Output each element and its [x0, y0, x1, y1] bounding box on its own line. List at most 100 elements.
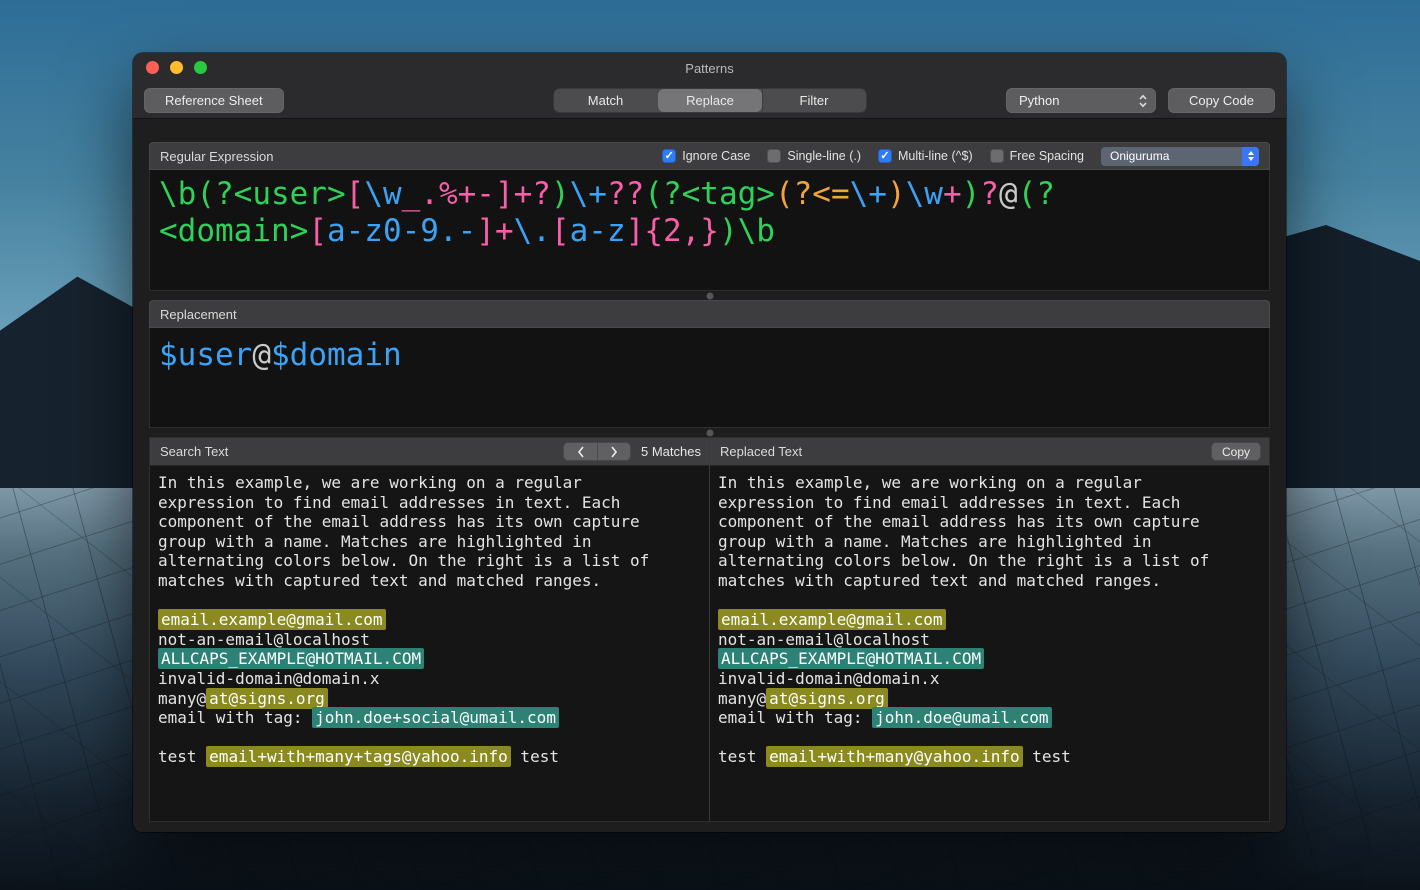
- text-segment: group with a name. Matches are highlight…: [158, 532, 591, 551]
- replacement-editor[interactable]: $user@$domain: [149, 328, 1270, 428]
- chevron-updown-icon: [1138, 93, 1148, 109]
- checkbox-ignore-case[interactable]: ✓ Ignore Case: [662, 149, 750, 163]
- checkbox-box: ✓: [767, 149, 781, 163]
- prev-match-button[interactable]: [564, 443, 597, 460]
- text-segment: \+: [570, 176, 607, 212]
- next-match-button[interactable]: [597, 443, 630, 460]
- text-line: [158, 728, 701, 748]
- text-segment: test: [718, 747, 766, 766]
- checkbox-single-line[interactable]: ✓ Single-line (.): [767, 149, 861, 163]
- text-line: many@at@signs.org: [158, 689, 701, 709]
- text-segment: component of the email address has its o…: [158, 512, 640, 531]
- copy-button[interactable]: Copy: [1211, 442, 1261, 461]
- text-line: many@at@signs.org: [718, 689, 1261, 709]
- text-segment: (?<tag>: [644, 176, 775, 212]
- text-line: test email+with+many@yahoo.info test: [718, 747, 1261, 767]
- text-segment: a-z0-9.-: [327, 213, 476, 249]
- text-segment: {2,}: [644, 213, 719, 249]
- segment-filter[interactable]: Filter: [762, 89, 866, 112]
- splitter-handle[interactable]: [149, 291, 1270, 300]
- text-segment: ): [962, 176, 981, 212]
- text-segment: (?<user>: [196, 176, 345, 212]
- text-segment: invalid-domain@domain.x: [158, 669, 380, 688]
- text-line: expression to find email addresses in te…: [718, 493, 1261, 513]
- checkbox-label: Ignore Case: [682, 149, 750, 163]
- flavor-popup-label: Oniguruma: [1110, 149, 1169, 163]
- zoom-button[interactable]: [194, 61, 207, 74]
- text-segment: not-an-email@localhost: [158, 630, 370, 649]
- text-segment: matches with captured text and matched r…: [718, 571, 1161, 590]
- match-nav-control: [563, 442, 631, 461]
- text-segment: many@: [718, 689, 766, 708]
- text-line: [158, 591, 701, 611]
- text-line: alternating colors below. On the right i…: [718, 551, 1261, 571]
- text-segment: ]: [476, 213, 495, 249]
- text-segment: +: [943, 176, 962, 212]
- match-highlight: at@signs.org: [206, 688, 328, 709]
- search-text-body[interactable]: In this example, we are working on a reg…: [150, 466, 709, 821]
- language-popup-label: Python: [1019, 93, 1059, 108]
- mode-segmented-control: Match Replace Filter: [553, 88, 867, 113]
- text-line: email.example@gmail.com: [718, 610, 1261, 630]
- text-segment: _.%+-: [402, 176, 495, 212]
- regex-section-title: Regular Expression: [160, 149, 273, 164]
- window-title: Patterns: [685, 61, 733, 76]
- checkbox-box: ✓: [990, 149, 1004, 163]
- checkbox-box: ✓: [878, 149, 892, 163]
- search-pane: Search Text 5 Matches In this example, w…: [150, 438, 709, 821]
- text-segment: [: [308, 213, 327, 249]
- chevron-left-icon: [577, 446, 585, 458]
- text-line: expression to find email addresses in te…: [158, 493, 701, 513]
- text-segment: +?: [514, 176, 551, 212]
- checkbox-multi-line[interactable]: ✓ Multi-line (^$): [878, 149, 973, 163]
- text-segment: matches with captured text and matched r…: [158, 571, 601, 590]
- text-segment: expression to find email addresses in te…: [718, 493, 1180, 512]
- text-line: email with tag: john.doe@umail.com: [718, 708, 1261, 728]
- matches-count: 5 Matches: [641, 444, 701, 459]
- language-popup[interactable]: Python: [1006, 88, 1156, 113]
- text-line: matches with captured text and matched r…: [718, 571, 1261, 591]
- checkbox-label: Free Spacing: [1010, 149, 1084, 163]
- text-segment: @: [999, 176, 1018, 212]
- match-highlight: at@signs.org: [766, 688, 888, 709]
- checkbox-box: ✓: [662, 149, 676, 163]
- match-highlight: ALLCAPS_EXAMPLE@HOTMAIL.COM: [718, 648, 984, 669]
- text-segment: email with tag:: [718, 708, 872, 727]
- text-segment: $user: [159, 337, 252, 373]
- text-line: [718, 591, 1261, 611]
- text-segment: a-z: [570, 213, 626, 249]
- toolbar-right-group: Python Copy Code: [1006, 88, 1275, 113]
- segment-replace[interactable]: Replace: [658, 89, 762, 112]
- match-highlight: ALLCAPS_EXAMPLE@HOTMAIL.COM: [158, 648, 424, 669]
- text-line: invalid-domain@domain.x: [158, 669, 701, 689]
- text-segment: [: [551, 213, 570, 249]
- text-segment: test: [511, 747, 559, 766]
- match-highlight: email.example@gmail.com: [158, 609, 386, 630]
- regex-editor[interactable]: \b(?<user>[\w_.%+-]+?)\+??(?<tag>(?<=\+)…: [149, 170, 1270, 291]
- replacement-section-bar: Replacement: [149, 300, 1270, 328]
- checkbox-free-spacing[interactable]: ✓ Free Spacing: [990, 149, 1084, 163]
- splitter-handle[interactable]: [149, 428, 1270, 437]
- close-button[interactable]: [146, 61, 159, 74]
- text-segment: (?<=: [775, 176, 850, 212]
- text-segment: In this example, we are working on a reg…: [718, 473, 1142, 492]
- text-segment: \b: [159, 176, 196, 212]
- reference-sheet-button[interactable]: Reference Sheet: [144, 88, 284, 113]
- text-line: [718, 728, 1261, 748]
- check-icon: ✓: [878, 149, 892, 163]
- text-segment: ): [887, 176, 906, 212]
- text-segment: group with a name. Matches are highlight…: [718, 532, 1151, 551]
- segment-match[interactable]: Match: [554, 89, 658, 112]
- minimize-button[interactable]: [170, 61, 183, 74]
- match-highlight: john.doe@umail.com: [872, 707, 1051, 728]
- text-line: matches with captured text and matched r…: [158, 571, 701, 591]
- popup-arrows-icon: [1242, 147, 1259, 166]
- text-segment: \w: [364, 176, 401, 212]
- replaced-pane-header: Replaced Text Copy: [710, 438, 1269, 466]
- text-line: In this example, we are working on a reg…: [718, 473, 1261, 493]
- copy-code-button[interactable]: Copy Code: [1168, 88, 1275, 113]
- search-pane-title: Search Text: [160, 444, 228, 459]
- text-segment: test: [1023, 747, 1071, 766]
- flavor-popup[interactable]: Oniguruma: [1101, 147, 1259, 166]
- app-window: Patterns Reference Sheet Match Replace F…: [133, 53, 1286, 832]
